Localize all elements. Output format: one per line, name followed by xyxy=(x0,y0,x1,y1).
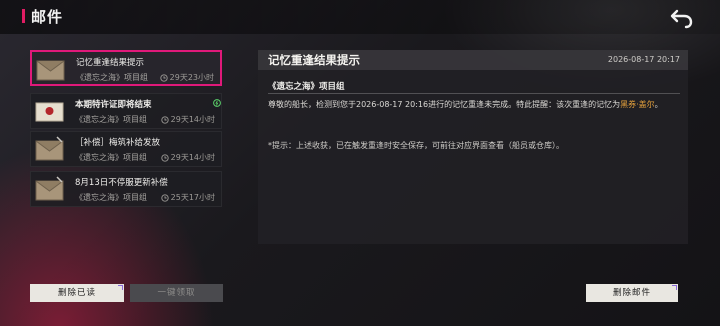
delete-read-button[interactable]: 删除已读 xyxy=(30,284,124,302)
back-arrow-icon[interactable] xyxy=(668,5,696,29)
envelope-icon xyxy=(35,136,65,162)
detail-header: 记忆重逢结果提示 2026-08-17 20:17 xyxy=(258,50,688,70)
mail-title: 记忆重逢结果提示 xyxy=(76,58,145,68)
detail-note: *提示：上述收获，已在触发重逢时安全保存，可前往对应界面查看（船员或仓库）。 xyxy=(268,141,564,150)
body-text: 尊敬的船长，检测到您于2026-08-17 20:16进行的记忆重逢未完成。特此… xyxy=(268,100,621,109)
detail-date: 2026-08-17 20:17 xyxy=(607,55,680,64)
body-text-end: 。 xyxy=(654,100,663,109)
mail-list-item[interactable]: 8月13日不停服更新补偿 《遗忘之海》项目组 25天17小时 xyxy=(30,171,222,207)
delete-mail-button[interactable]: 删除邮件 xyxy=(586,284,678,302)
mail-title: 8月13日不停服更新补偿 xyxy=(75,178,168,188)
mail-title: ［补偿］梅筑补给发放 xyxy=(75,138,161,148)
clock-icon xyxy=(159,73,168,82)
claim-all-button[interactable]: 一键领取 xyxy=(130,284,223,302)
mail-sender: 《遗忘之海》项目组 xyxy=(75,193,147,202)
mail-list-item[interactable]: 记忆重逢结果提示 《遗忘之海》项目组 29天23小时 xyxy=(30,50,222,86)
delete-read-label: 删除已读 xyxy=(57,288,96,298)
page-title: 邮件 xyxy=(31,8,64,26)
envelope-icon xyxy=(36,56,66,82)
mail-expiry: 29天14小时 xyxy=(160,114,215,125)
mail-title: 本期特许证即将结束 xyxy=(75,100,152,110)
mail-list-item[interactable]: ［补偿］梅筑补给发放 《遗忘之海》项目组 29天14小时 xyxy=(30,131,222,167)
detail-body: 尊敬的船长，检测到您于2026-08-17 20:16进行的记忆重逢未完成。特此… xyxy=(268,98,676,112)
mail-sender: 《遗忘之海》项目组 xyxy=(75,115,147,124)
divider xyxy=(268,93,680,94)
mail-time-left: 29天14小时 xyxy=(170,115,215,124)
top-bar: 邮件 xyxy=(0,0,720,34)
mail-sender: 《遗忘之海》项目组 xyxy=(76,73,148,82)
body-highlight: 黑券·盖尔 xyxy=(620,100,655,109)
mail-time-left: 29天14小时 xyxy=(170,153,215,162)
mail-expiry: 29天14小时 xyxy=(160,152,215,163)
claim-all-label: 一键领取 xyxy=(157,288,196,298)
mail-expiry: 25天17小时 xyxy=(160,192,215,203)
notification-icon xyxy=(213,92,221,107)
mail-time-left: 25天17小时 xyxy=(170,193,215,202)
mail-sender: 《遗忘之海》项目组 xyxy=(75,153,147,162)
delete-mail-label: 删除邮件 xyxy=(612,288,651,298)
mail-detail-panel: 记忆重逢结果提示 2026-08-17 20:17 《遗忘之海》项目组 尊敬的船… xyxy=(258,50,688,244)
title-accent xyxy=(22,9,25,23)
mail-list-item[interactable]: 本期特许证即将结束 《遗忘之海》项目组 29天14小时 xyxy=(30,93,222,129)
clock-icon xyxy=(160,193,169,202)
detail-title: 记忆重逢结果提示 xyxy=(268,53,360,67)
button-corner xyxy=(118,285,123,290)
mail-expiry: 29天23小时 xyxy=(159,72,214,83)
button-corner xyxy=(672,285,677,290)
sealed-letter-icon xyxy=(35,98,65,124)
clock-icon xyxy=(160,153,169,162)
detail-sender: 《遗忘之海》项目组 xyxy=(268,82,345,92)
mail-time-left: 29天23小时 xyxy=(169,73,214,82)
clock-icon xyxy=(160,115,169,124)
envelope-icon xyxy=(35,176,65,202)
